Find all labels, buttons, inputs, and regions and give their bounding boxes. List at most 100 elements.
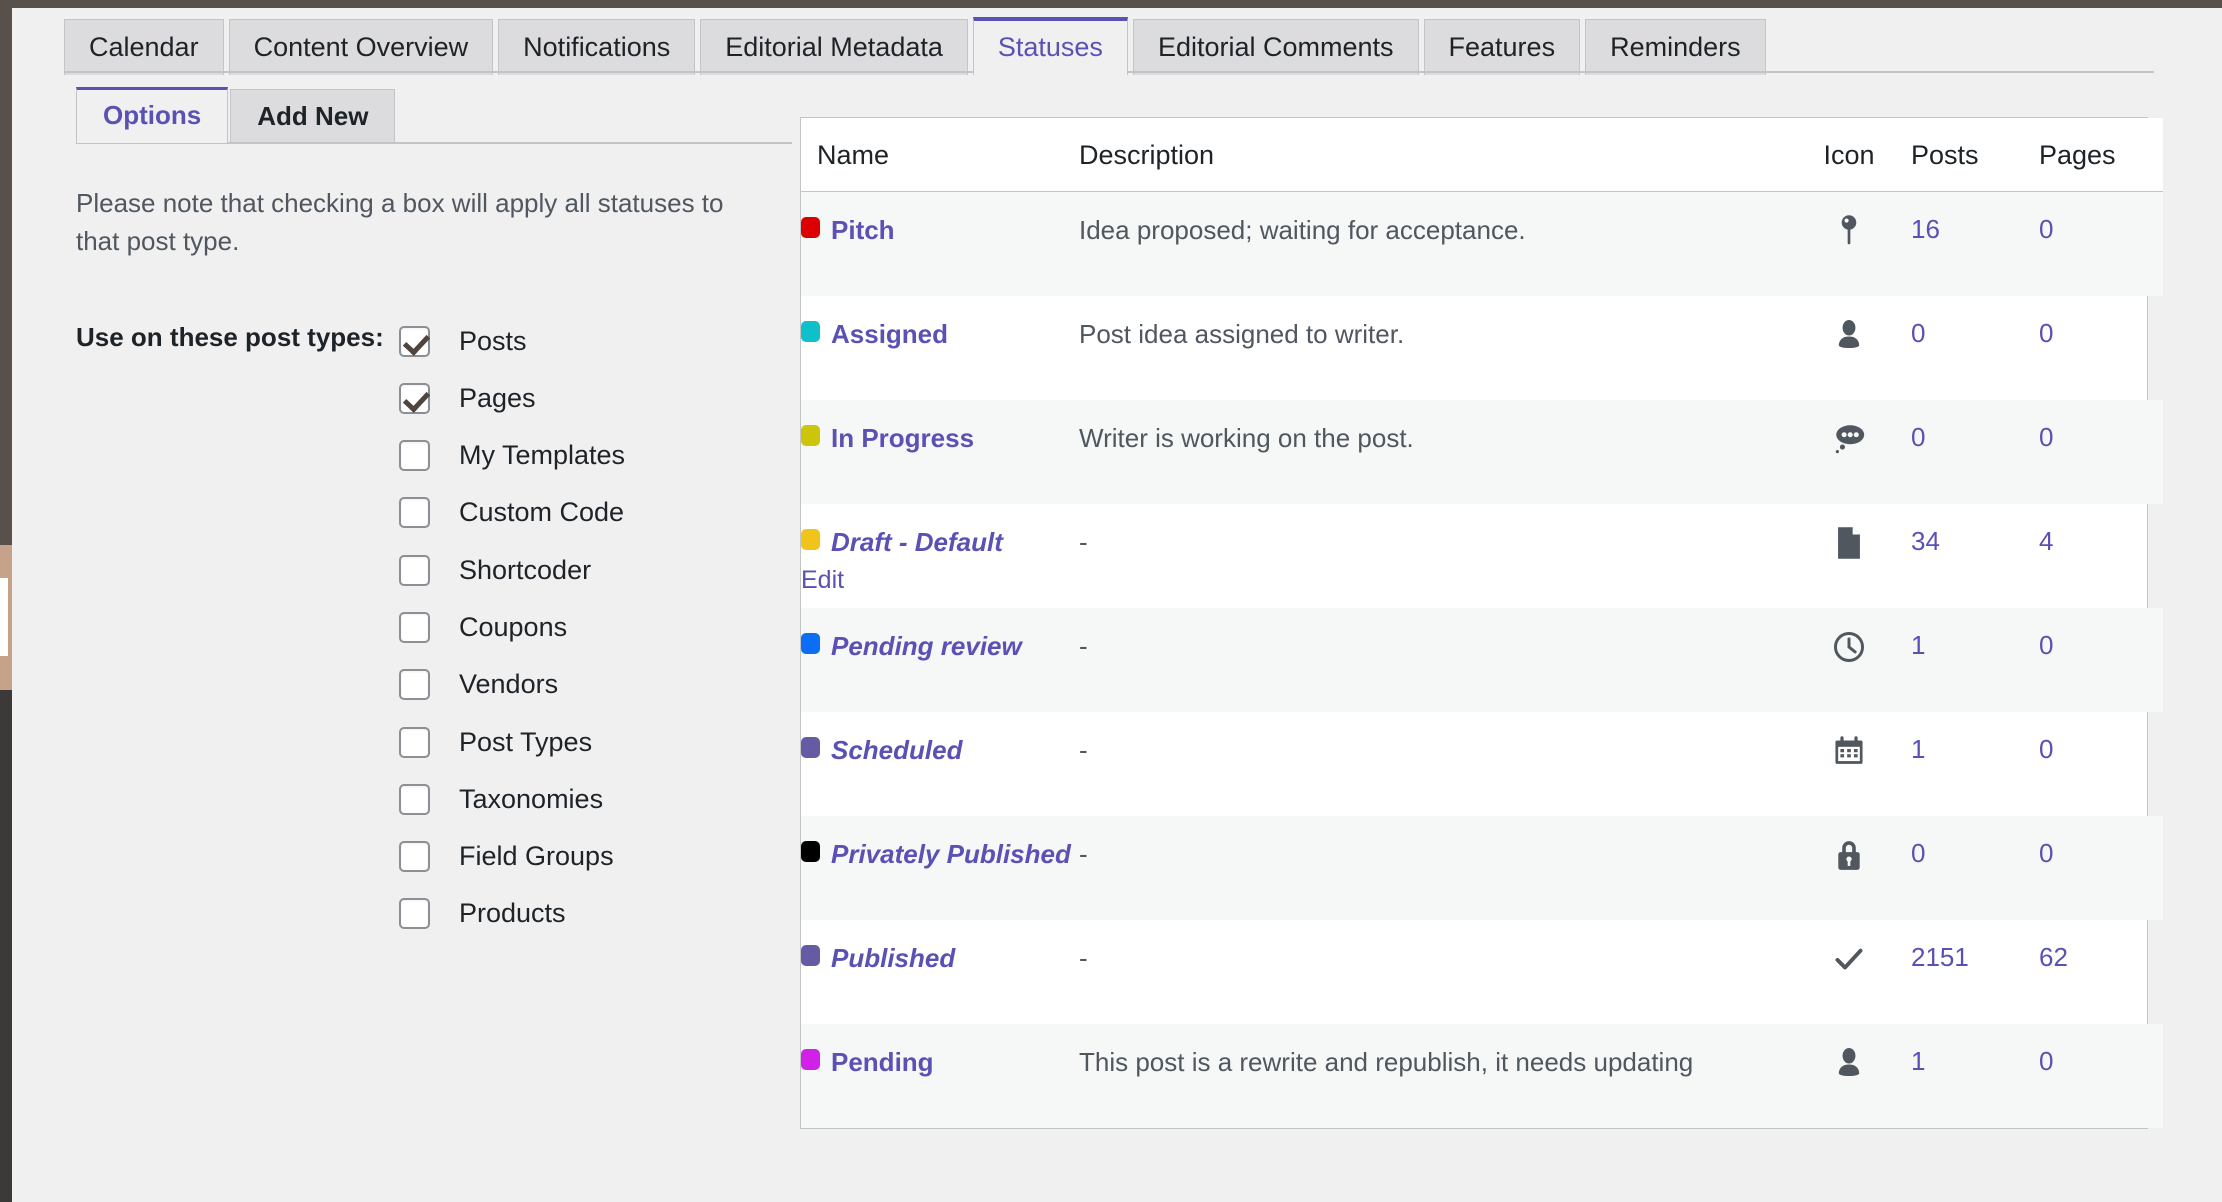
post-type-row-pages[interactable]: Pages xyxy=(399,370,792,427)
status-name-link[interactable]: Privately Published xyxy=(831,839,1071,869)
table-row[interactable]: Pitch Idea proposed; waiting for acceptan… xyxy=(801,191,2163,296)
status-posts-count-cell: 0 xyxy=(1911,296,2039,400)
options-note: Please note that checking a box will app… xyxy=(76,188,724,256)
status-name-link[interactable]: Draft - Default xyxy=(831,527,1003,557)
pages-count-link[interactable]: 0 xyxy=(2039,838,2053,868)
pages-count-link[interactable]: 0 xyxy=(2039,318,2053,348)
status-posts-count-cell: 16 xyxy=(1911,191,2039,296)
main-tab-calendar[interactable]: Calendar xyxy=(64,19,224,75)
status-icon-cell xyxy=(1787,1024,1911,1128)
posts-count-link[interactable]: 0 xyxy=(1911,838,1925,868)
posts-count-link[interactable]: 0 xyxy=(1911,422,1925,452)
status-posts-count-cell: 0 xyxy=(1911,816,2039,920)
checkbox-taxonomies[interactable] xyxy=(399,783,430,815)
status-name-cell: Draft - Default Edit xyxy=(801,504,1079,608)
status-posts-count-cell: 2151 xyxy=(1911,920,2039,1024)
post-type-row-vendors[interactable]: Vendors xyxy=(399,656,792,713)
post-type-label: Custom Code xyxy=(459,497,625,528)
post-type-row-products[interactable]: Products xyxy=(399,885,792,942)
post-type-row-custom-code[interactable]: Custom Code xyxy=(399,484,792,541)
status-icon-cell xyxy=(1787,191,1911,296)
post-type-row-field-groups[interactable]: Field Groups xyxy=(399,828,792,885)
posts-count-link[interactable]: 0 xyxy=(1911,318,1925,348)
statuses-table-container: Name Description Icon Posts Pages Pitch I… xyxy=(800,117,2163,1129)
post-type-label: Pages xyxy=(459,382,536,413)
post-type-row-post-types[interactable]: Post Types xyxy=(399,713,792,770)
status-name-cell: Pending review xyxy=(801,608,1079,712)
status-color-dot xyxy=(801,217,820,238)
column-header-posts[interactable]: Posts xyxy=(1911,118,2039,192)
table-row[interactable]: Pending review - 1 0 xyxy=(801,608,2163,712)
posts-count-link[interactable]: 2151 xyxy=(1911,942,1969,972)
status-description-cell: - xyxy=(1079,943,1088,973)
status-pages-count-cell: 0 xyxy=(2039,608,2163,712)
main-tab-features[interactable]: Features xyxy=(1423,19,1581,75)
checkbox-my-templates[interactable] xyxy=(399,440,430,472)
status-name-link[interactable]: In Progress xyxy=(831,423,974,453)
pages-count-link[interactable]: 0 xyxy=(2039,734,2053,764)
posts-count-link[interactable]: 1 xyxy=(1911,1046,1925,1076)
status-pages-count-cell: 0 xyxy=(2039,296,2163,400)
main-tabs-row: Calendar Content Overview Notifications Edi… xyxy=(64,17,1766,75)
post-type-row-my-templates[interactable]: My Templates xyxy=(399,427,792,484)
column-header-icon[interactable]: Icon xyxy=(1787,118,1911,192)
main-tab-notifications[interactable]: Notifications xyxy=(498,19,696,75)
post-type-label: Products xyxy=(459,898,566,929)
status-name-link[interactable]: Pending review xyxy=(831,631,1022,661)
column-header-pages[interactable]: Pages xyxy=(2039,118,2163,192)
status-name-link[interactable]: Assigned xyxy=(831,319,948,349)
table-row[interactable]: Published - 2151 62 xyxy=(801,920,2163,1024)
status-name-cell: Assigned xyxy=(801,296,1079,400)
post-type-row-coupons[interactable]: Coupons xyxy=(399,599,792,656)
table-row[interactable]: Scheduled - 1 0 xyxy=(801,712,2163,816)
table-row[interactable]: Assigned Post idea assigned to writer. 0 0 xyxy=(801,296,2163,400)
table-row[interactable]: In Progress Writer is working on the post… xyxy=(801,400,2163,504)
status-name-cell: Privately Published xyxy=(801,816,1079,920)
checkbox-shortcoder[interactable] xyxy=(399,554,430,586)
status-pages-count-cell: 0 xyxy=(2039,712,2163,816)
post-type-row-shortcoder[interactable]: Shortcoder xyxy=(399,542,792,599)
pages-count-link[interactable]: 0 xyxy=(2039,214,2053,244)
checkbox-vendors[interactable] xyxy=(399,669,430,701)
status-description-cell: - xyxy=(1079,735,1088,765)
post-type-row-posts[interactable]: Posts xyxy=(399,312,792,369)
pages-count-link[interactable]: 4 xyxy=(2039,526,2053,556)
posts-count-link[interactable]: 1 xyxy=(1911,630,1925,660)
column-header-name[interactable]: Name xyxy=(801,118,1079,192)
status-name-link[interactable]: Published xyxy=(831,943,955,973)
main-tab-statuses[interactable]: Statuses xyxy=(972,17,1128,75)
sub-tab-add-new[interactable]: Add New xyxy=(230,89,396,143)
sub-tab-options[interactable]: Options xyxy=(76,87,229,143)
status-description-cell: - xyxy=(1079,527,1088,557)
pages-count-link[interactable]: 0 xyxy=(2039,630,2053,660)
pages-count-link[interactable]: 0 xyxy=(2039,422,2053,452)
status-name-cell: Pending xyxy=(801,1024,1079,1128)
posts-count-link[interactable]: 1 xyxy=(1911,734,1925,764)
main-tab-reminders[interactable]: Reminders xyxy=(1585,19,1766,75)
checkbox-custom-code[interactable] xyxy=(399,497,430,529)
checkbox-posts[interactable] xyxy=(399,325,430,357)
column-header-description[interactable]: Description xyxy=(1079,118,1787,192)
pages-count-link[interactable]: 0 xyxy=(2039,1046,2053,1076)
main-tab-content-overview[interactable]: Content Overview xyxy=(228,19,494,75)
status-name-link[interactable]: Pending xyxy=(831,1047,934,1077)
pages-count-link[interactable]: 62 xyxy=(2039,942,2068,972)
checkbox-products[interactable] xyxy=(399,898,430,930)
checkbox-pages[interactable] xyxy=(399,382,430,414)
status-name-cell: Published xyxy=(801,920,1079,1024)
edit-status-link[interactable]: Edit xyxy=(801,566,1079,595)
posts-count-link[interactable]: 16 xyxy=(1911,214,1940,244)
checkbox-field-groups[interactable] xyxy=(399,841,430,873)
table-row[interactable]: Pending This post is a rewrite and republ… xyxy=(801,1024,2163,1128)
status-name-link[interactable]: Scheduled xyxy=(831,735,962,765)
post-type-row-taxonomies[interactable]: Taxonomies xyxy=(399,771,792,828)
checkbox-post-types[interactable] xyxy=(399,726,430,758)
main-tab-editorial-metadata[interactable]: Editorial Metadata xyxy=(700,19,968,75)
posts-count-link[interactable]: 34 xyxy=(1911,526,1940,556)
checkbox-coupons[interactable] xyxy=(399,612,430,643)
table-row[interactable]: Draft - Default Edit - 34 4 xyxy=(801,504,2163,608)
main-tab-editorial-comments[interactable]: Editorial Comments xyxy=(1132,19,1419,75)
post-type-label: Posts xyxy=(459,325,527,356)
status-name-link[interactable]: Pitch xyxy=(831,215,895,245)
table-row[interactable]: Privately Published - 0 0 xyxy=(801,816,2163,920)
